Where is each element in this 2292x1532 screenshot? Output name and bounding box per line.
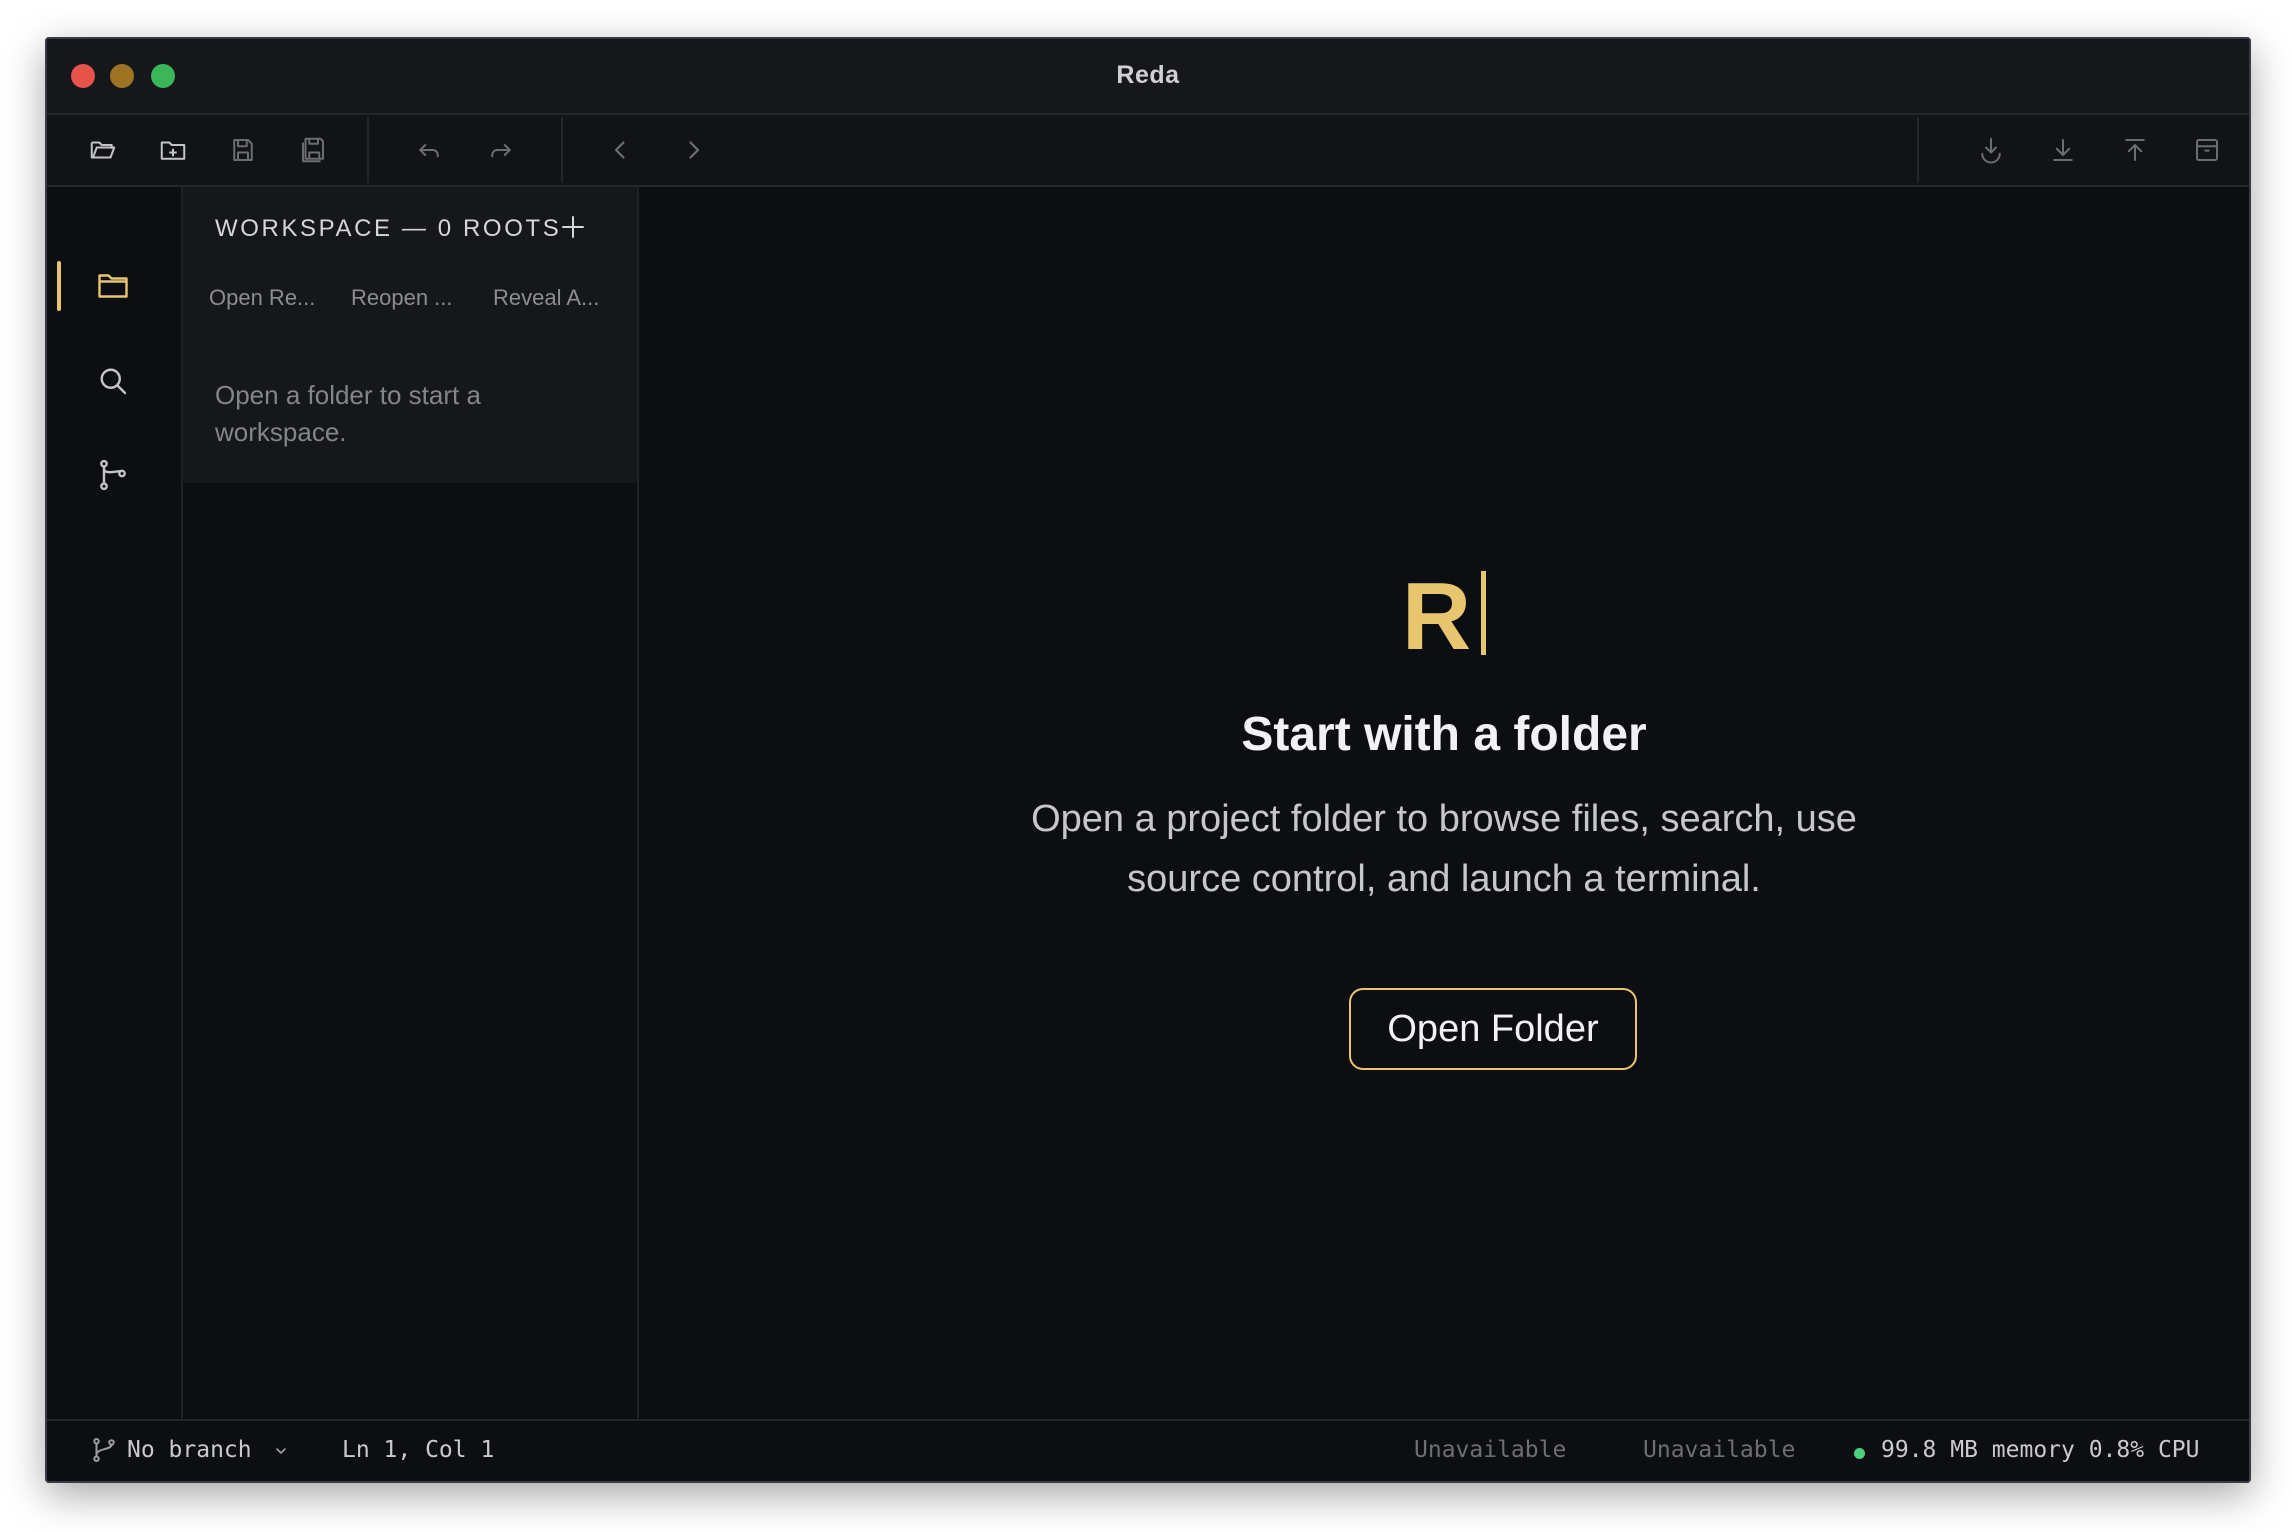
forward-icon <box>689 141 700 159</box>
redo-icon <box>491 144 511 158</box>
branch-icon <box>93 1438 115 1463</box>
status-indicator-1: Unavailable <box>1414 1437 1567 1463</box>
source-control-icon <box>100 459 126 491</box>
open-folder-icon <box>90 141 116 159</box>
empty-workspace-message: Open a folder to start a workspace. <box>215 380 481 447</box>
activity-search[interactable] <box>85 353 141 409</box>
save-button[interactable] <box>225 132 261 168</box>
new-folder-button[interactable] <box>155 132 191 168</box>
plus-icon <box>562 216 584 238</box>
save-all-icon <box>302 137 324 163</box>
welcome-area: R Start with a folder Open a project fol… <box>639 187 2249 1419</box>
title-bar[interactable]: Reda <box>47 39 2249 115</box>
push-icon <box>2125 139 2145 161</box>
app-window: Reda WORKSPACE — 0 ROOTS Open Re... Reop… <box>45 37 2251 1483</box>
workspace-panel: WORKSPACE — 0 ROOTS Open Re... Reopen ..… <box>183 187 637 483</box>
window-title: Reda <box>1116 61 1180 89</box>
save-all-button[interactable] <box>295 132 331 168</box>
open-recent-button[interactable]: Open Re... <box>209 285 315 311</box>
logo-cursor <box>1481 571 1487 655</box>
welcome-description: Open a project folder to browse files, s… <box>1031 798 1857 900</box>
chevron-down-icon[interactable] <box>273 1443 289 1459</box>
save-icon <box>233 139 253 161</box>
back-icon <box>614 141 625 159</box>
pull-icon <box>1981 137 2001 164</box>
add-root-button[interactable] <box>555 209 591 245</box>
reopen-button[interactable]: Reopen ... <box>351 285 453 311</box>
branch-selector[interactable]: No branch <box>127 1437 252 1463</box>
back-button[interactable] <box>603 132 639 168</box>
search-icon <box>100 368 127 395</box>
app-logo: R <box>639 567 2249 667</box>
resource-usage: 99.8 MB memory 0.8% CPU <box>1881 1437 2200 1463</box>
welcome-headline: Start with a folder <box>1241 708 1647 761</box>
status-bar: No branch Ln 1, Col 1 Unavailable Unavai… <box>47 1419 2249 1481</box>
activity-bar <box>47 187 183 1419</box>
active-indicator <box>57 261 61 311</box>
toolbar-divider <box>561 117 563 183</box>
open-folder-button[interactable] <box>85 132 121 168</box>
redo-button[interactable] <box>483 132 519 168</box>
activity-source-control[interactable] <box>85 447 141 503</box>
download-button[interactable] <box>2045 132 2081 168</box>
download-icon <box>2053 139 2073 161</box>
push-button[interactable] <box>2117 132 2153 168</box>
explorer-icon <box>98 274 128 298</box>
open-folder-button[interactable]: Open Folder <box>1349 988 1637 1070</box>
cursor-position[interactable]: Ln 1, Col 1 <box>342 1437 494 1463</box>
health-dot <box>1854 1448 1865 1459</box>
status-indicator-2: Unavailable <box>1643 1437 1796 1463</box>
new-folder-icon <box>160 141 186 160</box>
archive-button[interactable] <box>2189 132 2225 168</box>
logo-letter: R <box>1401 563 1472 670</box>
toolbar <box>47 115 2249 187</box>
archive-icon <box>2196 139 2218 161</box>
forward-button[interactable] <box>675 132 711 168</box>
workspace-header: WORKSPACE — 0 ROOTS <box>215 215 562 242</box>
activity-explorer[interactable] <box>85 258 141 314</box>
explorer-sidebar: WORKSPACE — 0 ROOTS Open Re... Reopen ..… <box>183 187 639 1419</box>
undo-button[interactable] <box>411 132 447 168</box>
undo-icon <box>419 144 439 158</box>
reveal-button[interactable]: Reveal A... <box>493 285 599 311</box>
toolbar-divider <box>367 117 369 183</box>
pull-button[interactable] <box>1973 132 2009 168</box>
toolbar-divider <box>1917 117 1919 183</box>
